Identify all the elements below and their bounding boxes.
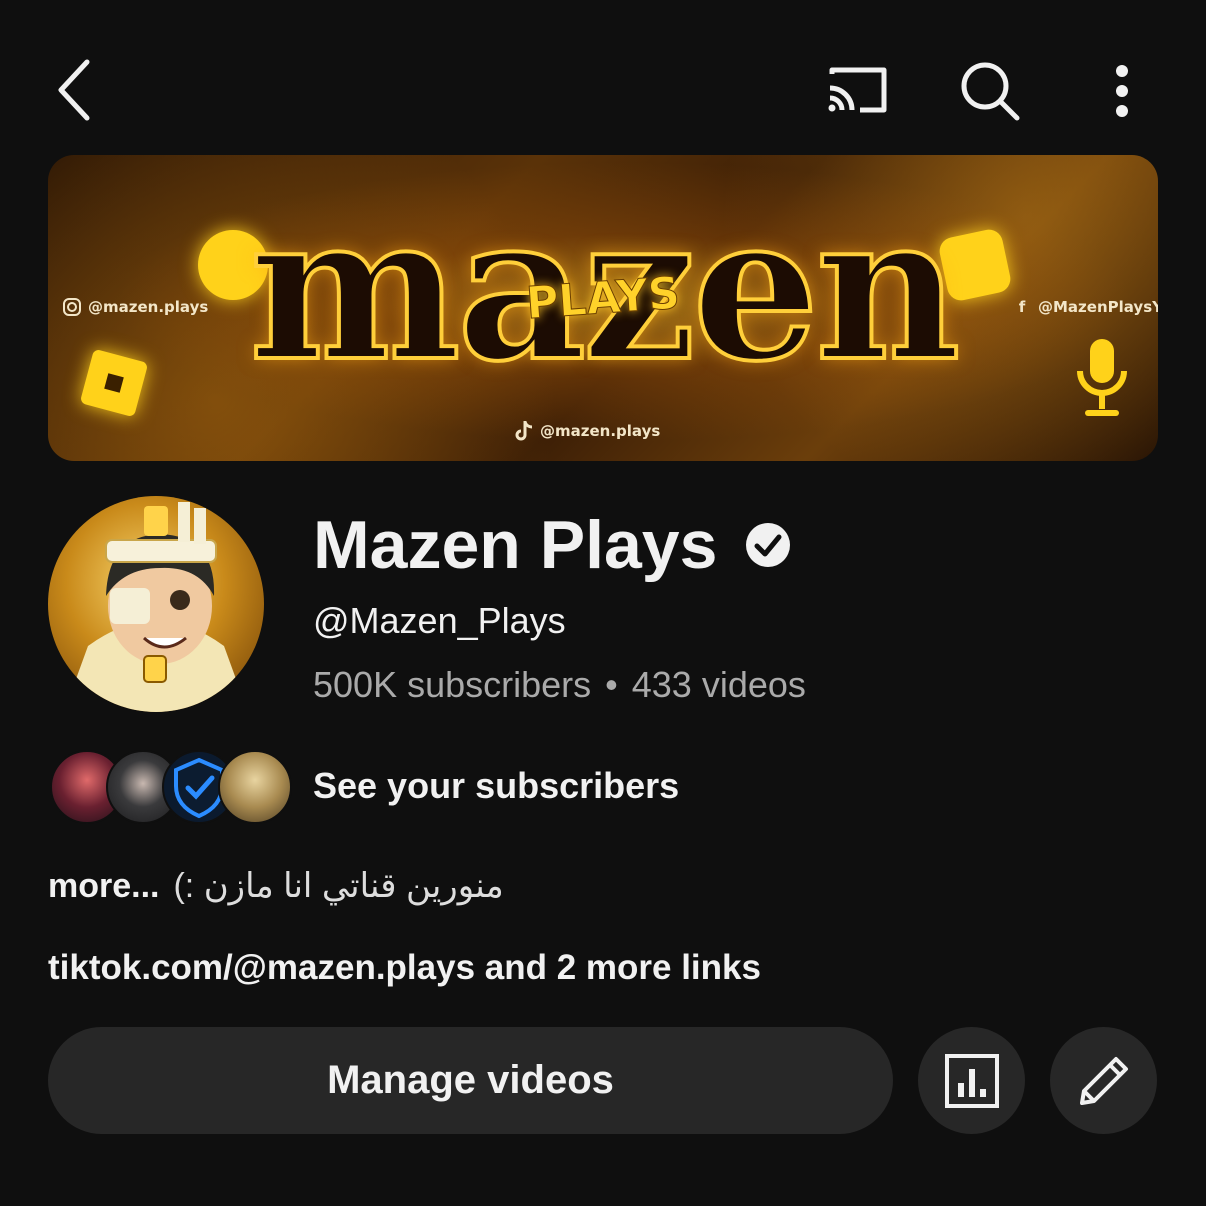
banner-instagram: @mazen.plays <box>62 297 208 317</box>
see-subscribers-link[interactable]: See your subscribers <box>313 765 679 807</box>
channel-avatar[interactable] <box>48 496 264 712</box>
back-button[interactable] <box>40 50 110 130</box>
channel-handle: @Mazen_Plays <box>313 600 566 641</box>
facebook-icon: f <box>1018 298 1026 316</box>
instagram-handle: @mazen.plays <box>88 298 209 316</box>
analytics-button[interactable] <box>918 1027 1025 1134</box>
facebook-handle: @MazenPlaysYT <box>1038 298 1158 316</box>
instagram-icon <box>62 297 82 317</box>
edit-channel-button[interactable] <box>1050 1027 1157 1134</box>
banner-facebook: f @MazenPlaysYT <box>1012 297 1158 317</box>
subscriber-avatar <box>218 750 292 824</box>
tiktok-icon <box>514 421 534 441</box>
channel-stats: 500K subscribers • 433 videos <box>313 664 806 706</box>
channel-links[interactable]: tiktok.com/@mazen.plays and 2 more links <box>48 948 761 988</box>
channel-banner: mazen PLAYS @mazen.plays f @MazenPlaysYT… <box>48 155 1158 461</box>
banner-tiktok: @mazen.plays <box>514 421 660 441</box>
subscriber-avatars[interactable] <box>50 750 292 824</box>
cast-button[interactable] <box>820 55 896 125</box>
search-icon <box>961 62 1020 121</box>
chevron-left-icon <box>58 59 90 121</box>
more-options-button[interactable] <box>1094 55 1150 127</box>
channel-name: Mazen Plays <box>313 507 718 583</box>
channel-description[interactable]: more... منورين قناتي انا مازن :) <box>48 866 504 906</box>
pencil-icon <box>1079 1056 1128 1105</box>
channel-title: Mazen Plays <box>313 505 791 585</box>
verified-badge-icon <box>746 523 791 567</box>
stats-separator: • <box>605 664 618 705</box>
more-vert-icon <box>1116 65 1128 117</box>
description-text: منورين قناتي انا مازن :) <box>173 867 504 905</box>
analytics-icon <box>944 1053 999 1108</box>
description-more[interactable]: more... <box>48 867 159 906</box>
cast-icon <box>828 67 887 113</box>
tiktok-handle: @mazen.plays <box>540 422 661 440</box>
video-count: 433 videos <box>631 664 806 705</box>
manage-videos-button[interactable]: Manage videos <box>48 1027 893 1134</box>
search-button[interactable] <box>954 55 1026 127</box>
subscriber-count: 500K subscribers <box>313 664 592 705</box>
